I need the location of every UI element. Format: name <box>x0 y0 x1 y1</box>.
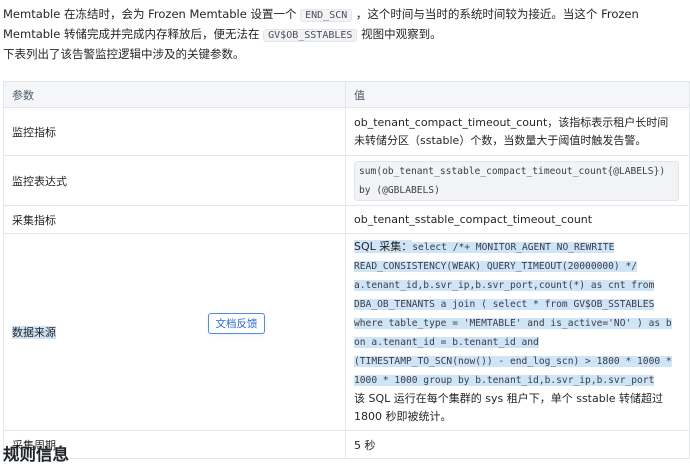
section-heading-rules: 规则信息 <box>3 445 69 464</box>
intro-text: Memtable 在冻结时，会为 Frozen Memtable 设置一个 <box>3 7 301 21</box>
table-row: 监控表达式 sum(ob_tenant_sstable_compact_time… <box>3 155 690 206</box>
param-cell: 采集指标 <box>3 205 346 234</box>
value-cell: SQL 采集：select /*+ MONITOR_AGENT NO_REWRI… <box>345 233 690 431</box>
doc-feedback-button[interactable]: 文档反馈 <box>208 313 265 334</box>
expression-code: sum(ob_tenant_sstable_compact_timeout_co… <box>354 160 679 201</box>
value-cell: ob_tenant_sstable_compact_timeout_count <box>345 205 690 234</box>
data-source-label: 数据来源 <box>12 326 56 339</box>
value-cell: sum(ob_tenant_sstable_compact_timeout_co… <box>345 155 690 206</box>
header-value: 值 <box>345 81 690 108</box>
value-cell: ob_tenant_compact_timeout_count，该指标表示租户长… <box>345 107 690 156</box>
sql-note: 该 SQL 运行在每个集群的 sys 租户下，单个 sstable 转储超过 1… <box>354 392 664 423</box>
table-row: 数据来源 SQL 采集：select /*+ MONITOR_AGENT NO_… <box>3 233 690 431</box>
table-row: 采集指标 ob_tenant_sstable_compact_timeout_c… <box>3 205 690 234</box>
header-param: 参数 <box>3 81 346 108</box>
sql-prefix: SQL 采集： <box>354 240 413 253</box>
param-cell: 监控表达式 <box>3 155 346 206</box>
intro-paragraph: Memtable 在冻结时，会为 Frozen Memtable 设置一个 EN… <box>3 5 688 45</box>
gv-sstables-code: GV$OB_SSTABLES <box>263 29 358 42</box>
param-cell: 监控指标 <box>3 107 346 156</box>
end-scn-code: END_SCN <box>300 9 353 22</box>
value-cell: 5 秒 <box>345 430 690 459</box>
table-caption: 下表列出了该告警监控逻辑中涉及的关键参数。 <box>3 47 245 61</box>
table-row: 采集周期 5 秒 <box>3 430 690 459</box>
sql-code: select /*+ MONITOR_AGENT NO_REWRITE READ… <box>354 242 672 386</box>
table-row: 监控指标 ob_tenant_compact_timeout_count，该指标… <box>3 107 690 156</box>
intro-text-3: 视图中观察到。 <box>357 27 442 41</box>
param-cell: 数据来源 <box>3 233 346 431</box>
table-header-row: 参数 值 <box>3 81 690 108</box>
parameter-table: 参数 值 监控指标 ob_tenant_compact_timeout_coun… <box>3 81 690 459</box>
